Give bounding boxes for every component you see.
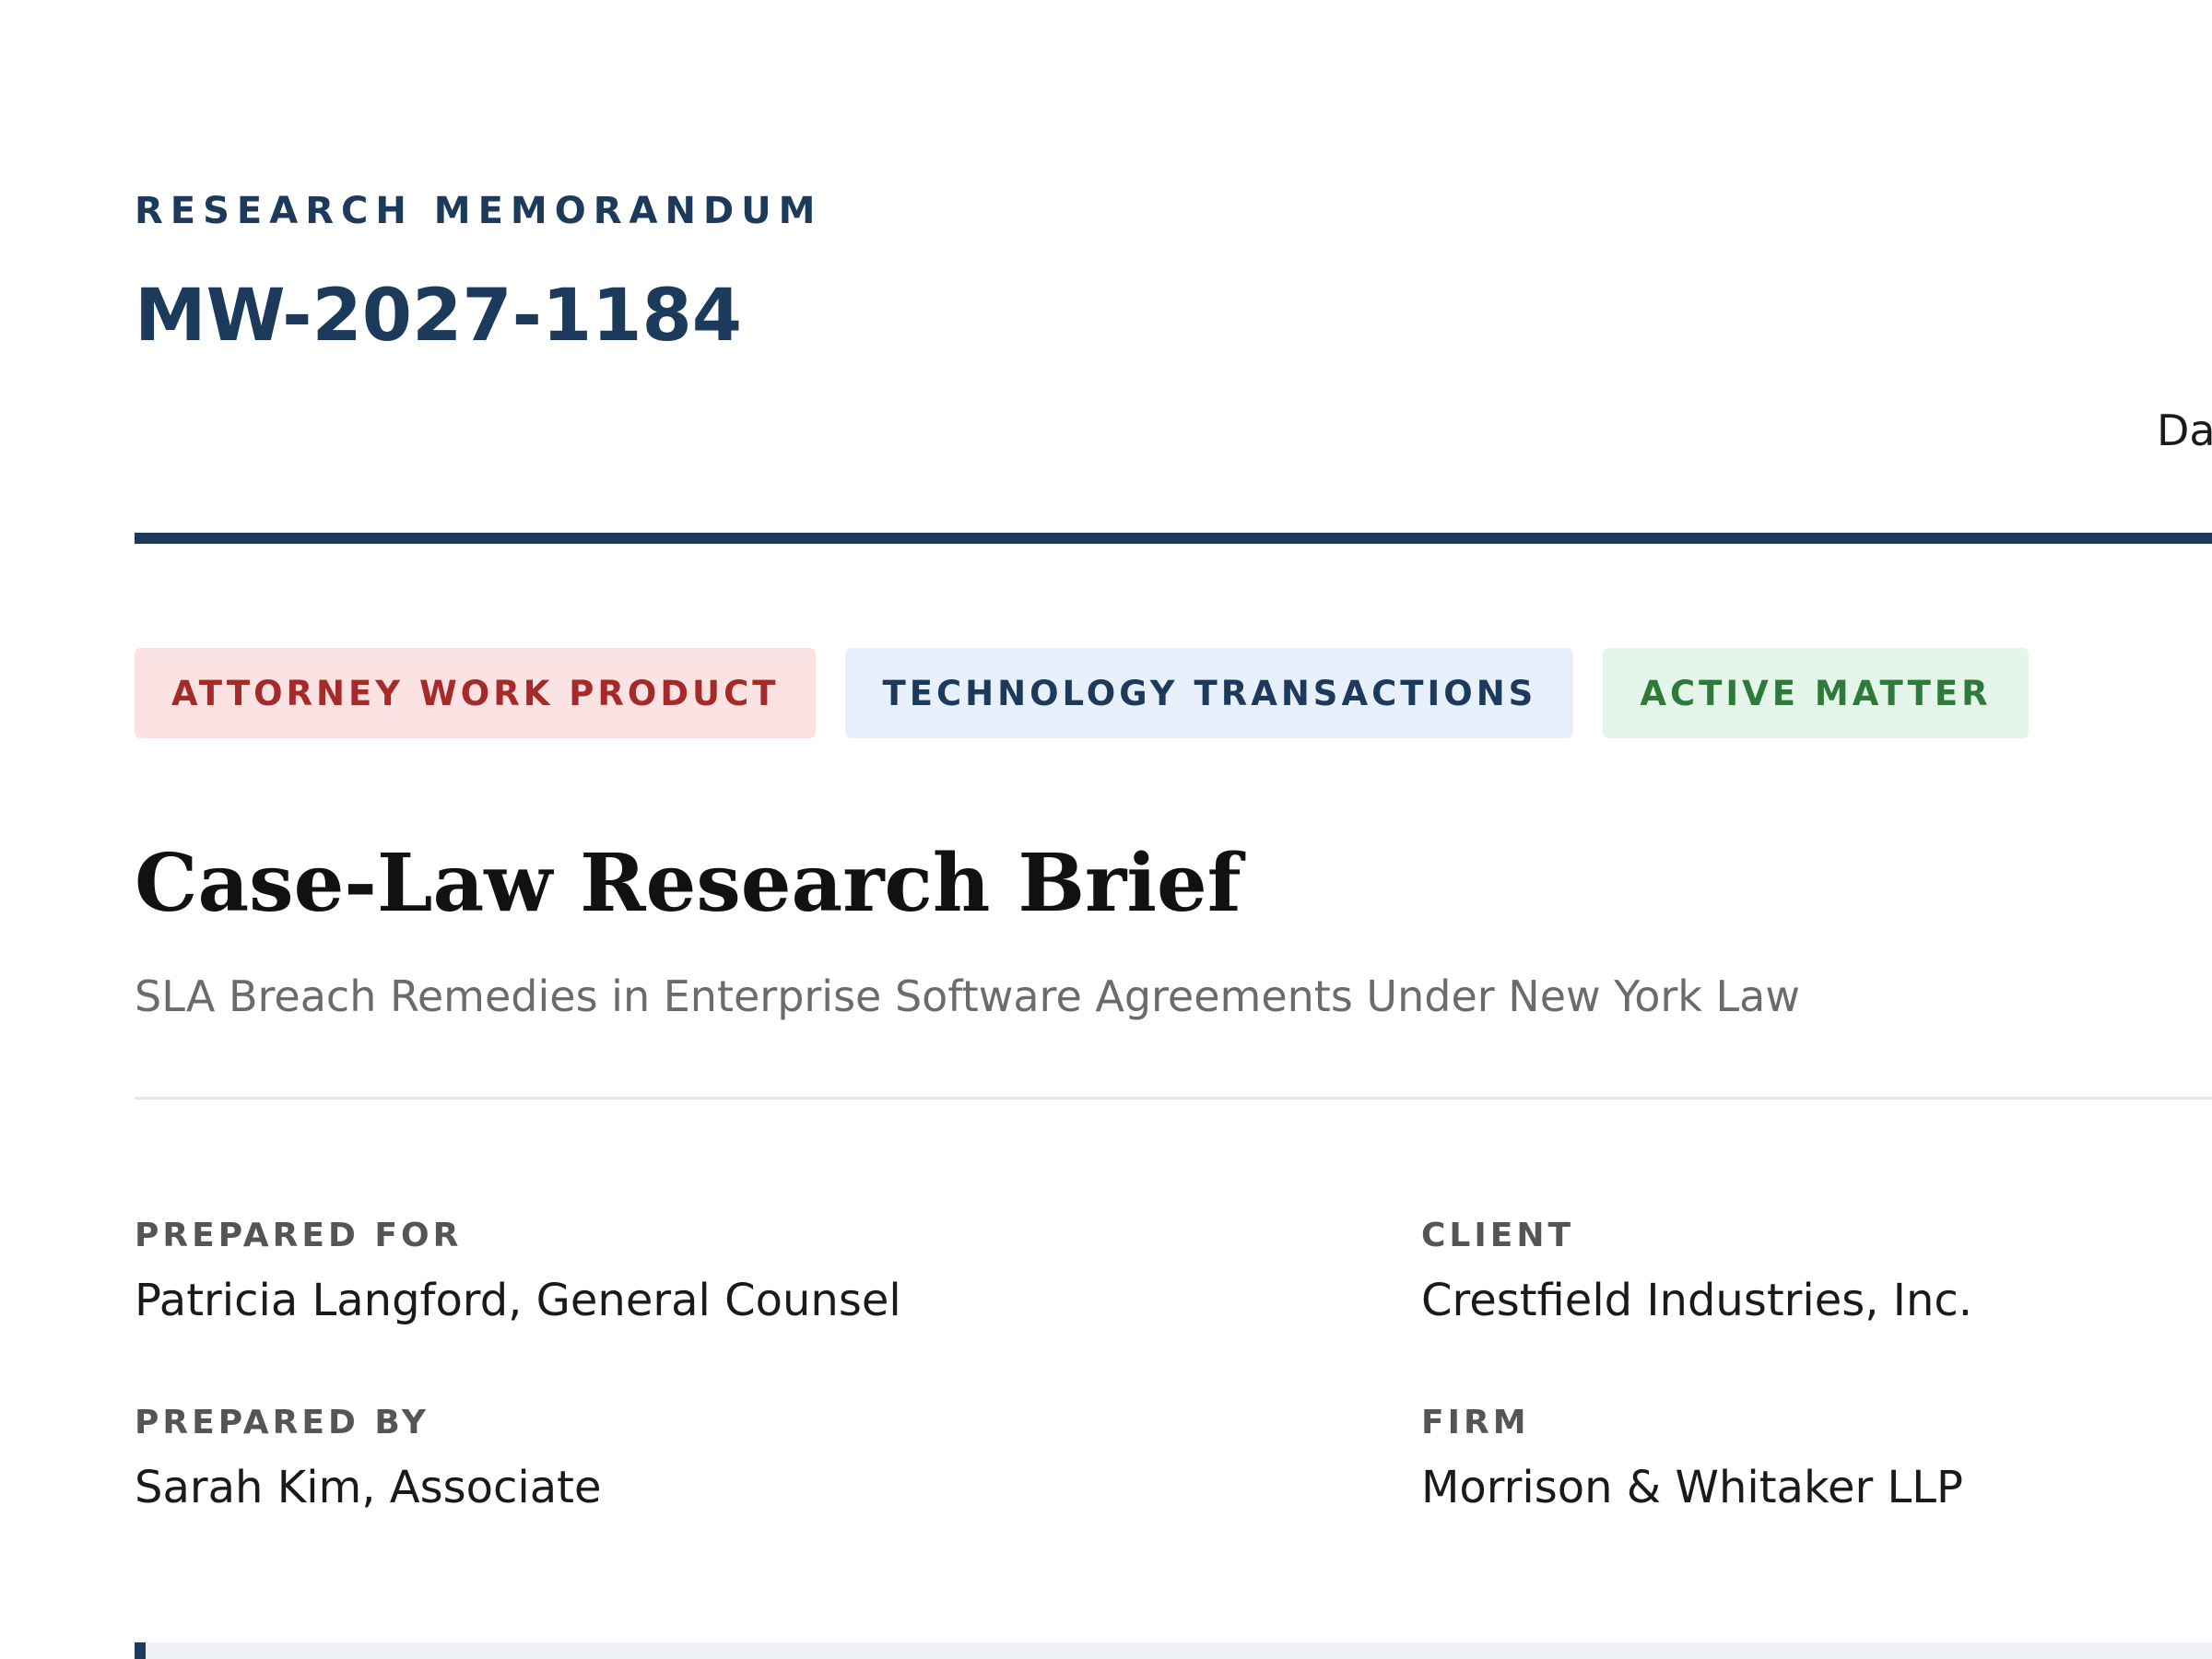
firm-label: FIRM [1421, 1404, 1530, 1441]
prepared-by-label: PREPARED BY [135, 1404, 429, 1441]
header-divider [135, 533, 2212, 544]
prepared-for-field: PREPARED FOR Patricia Langford, General … [135, 1217, 901, 1326]
date-label: Da [2157, 406, 2212, 455]
memo-id: MW-2027-1184 [135, 275, 743, 358]
memo-eyebrow: RESEARCH MEMORANDUM [135, 190, 823, 232]
prepared-for-value: Patricia Langford, General Counsel [135, 1275, 901, 1326]
section-divider [135, 1097, 2212, 1100]
client-value: Crestfield Industries, Inc. [1421, 1275, 1973, 1326]
client-field: CLIENT Crestfield Industries, Inc. [1421, 1217, 1972, 1326]
next-section-callout [135, 1642, 2212, 1659]
firm-field: FIRM Morrison & Whitaker LLP [1421, 1404, 1963, 1513]
memo-page: RESEARCH MEMORANDUM MW-2027-1184 Da ATTO… [135, 0, 2212, 1659]
client-label: CLIENT [1421, 1217, 1575, 1254]
tag-list: ATTORNEY WORK PRODUCT TECHNOLOGY TRANSAC… [135, 648, 2029, 738]
tag-technology-transactions: TECHNOLOGY TRANSACTIONS [845, 648, 1574, 738]
tag-active-matter: ACTIVE MATTER [1603, 648, 2029, 738]
firm-value: Morrison & Whitaker LLP [1421, 1462, 1963, 1513]
prepared-for-label: PREPARED FOR [135, 1217, 463, 1254]
document-subtitle: SLA Breach Remedies in Enterprise Softwa… [135, 971, 1800, 1021]
prepared-by-field: PREPARED BY Sarah Kim, Associate [135, 1404, 602, 1513]
tag-attorney-work-product: ATTORNEY WORK PRODUCT [135, 648, 817, 738]
prepared-by-value: Sarah Kim, Associate [135, 1462, 602, 1513]
document-title: Case-Law Research Brief [135, 837, 1241, 930]
